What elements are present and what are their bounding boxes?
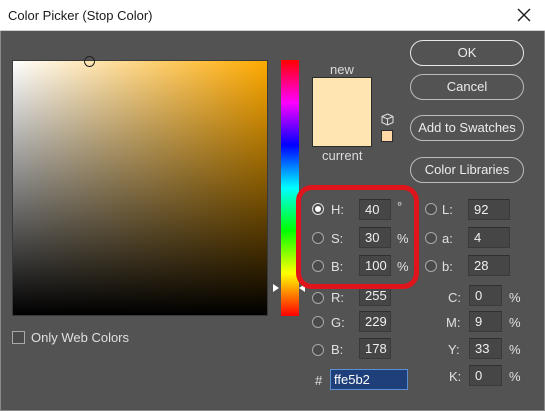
radio-blue[interactable] <box>312 344 324 356</box>
window-title: Color Picker (Stop Color) <box>8 8 153 23</box>
radio-a-channel[interactable] <box>425 232 437 244</box>
new-color-swatch <box>312 77 372 112</box>
blue-label: B: <box>331 342 344 357</box>
hue-slider[interactable] <box>281 60 299 316</box>
cancel-button[interactable]: Cancel <box>410 74 524 100</box>
saturation-input[interactable] <box>359 227 391 248</box>
title-bar: Color Picker (Stop Color) <box>0 0 545 31</box>
saturation-label: S: <box>331 231 344 246</box>
radio-green[interactable] <box>312 316 324 328</box>
hue-slider-arrow-left[interactable] <box>273 284 279 292</box>
current-color-label: current <box>322 148 363 163</box>
green-label: G: <box>331 315 345 330</box>
cyan-label: C: <box>448 290 461 305</box>
hue-label: H: <box>331 202 344 217</box>
brightness-unit: % <box>397 259 409 274</box>
yellow-label: Y: <box>448 342 460 357</box>
red-label: R: <box>331 290 344 305</box>
hue-slider-arrow-right[interactable] <box>299 284 305 292</box>
cyan-input[interactable] <box>469 285 502 306</box>
radio-lightness[interactable] <box>425 203 437 215</box>
magenta-unit: % <box>509 315 521 330</box>
magenta-input[interactable] <box>469 311 502 332</box>
hue-unit: ° <box>397 199 403 214</box>
current-color-swatch[interactable] <box>312 112 372 147</box>
brightness-input[interactable] <box>359 255 391 276</box>
hue-input[interactable] <box>359 199 391 220</box>
a-channel-input[interactable] <box>468 227 510 248</box>
cube-icon[interactable] <box>381 113 394 126</box>
add-to-swatches-button[interactable]: Add to Swatches <box>410 115 524 141</box>
green-input[interactable] <box>359 311 391 332</box>
color-field[interactable] <box>12 56 268 316</box>
color-libraries-button[interactable]: Color Libraries <box>410 157 524 183</box>
cyan-unit: % <box>509 290 521 305</box>
brightness-label: B: <box>331 259 344 274</box>
a-channel-label: a: <box>442 231 453 246</box>
b-channel-label: b: <box>442 259 453 274</box>
black-label: K: <box>449 369 462 384</box>
close-button[interactable] <box>511 3 537 27</box>
hex-input[interactable] <box>330 369 408 390</box>
ok-button[interactable]: OK <box>410 40 524 66</box>
color-field-handle[interactable] <box>84 56 95 67</box>
lightness-label: L: <box>442 202 453 217</box>
saturation-unit: % <box>397 231 409 246</box>
yellow-input[interactable] <box>469 338 502 359</box>
web-safe-swatch[interactable] <box>381 130 393 142</box>
frame-left <box>0 31 1 411</box>
yellow-unit: % <box>509 342 521 357</box>
blue-input[interactable] <box>359 338 391 359</box>
new-color-label: new <box>330 62 354 77</box>
red-input[interactable] <box>359 285 391 306</box>
radio-hue[interactable] <box>312 203 324 215</box>
only-web-colors-checkbox[interactable] <box>12 331 25 344</box>
radio-brightness[interactable] <box>312 260 324 272</box>
black-unit: % <box>509 369 521 384</box>
close-icon <box>517 8 531 22</box>
radio-saturation[interactable] <box>312 232 324 244</box>
black-input[interactable] <box>469 365 502 386</box>
radio-red[interactable] <box>312 292 324 304</box>
b-channel-input[interactable] <box>468 255 510 276</box>
hex-label: # <box>315 373 323 388</box>
only-web-colors-label: Only Web Colors <box>31 330 130 345</box>
magenta-label: M: <box>446 315 461 330</box>
radio-b-channel[interactable] <box>425 260 437 272</box>
lightness-input[interactable] <box>468 199 510 220</box>
